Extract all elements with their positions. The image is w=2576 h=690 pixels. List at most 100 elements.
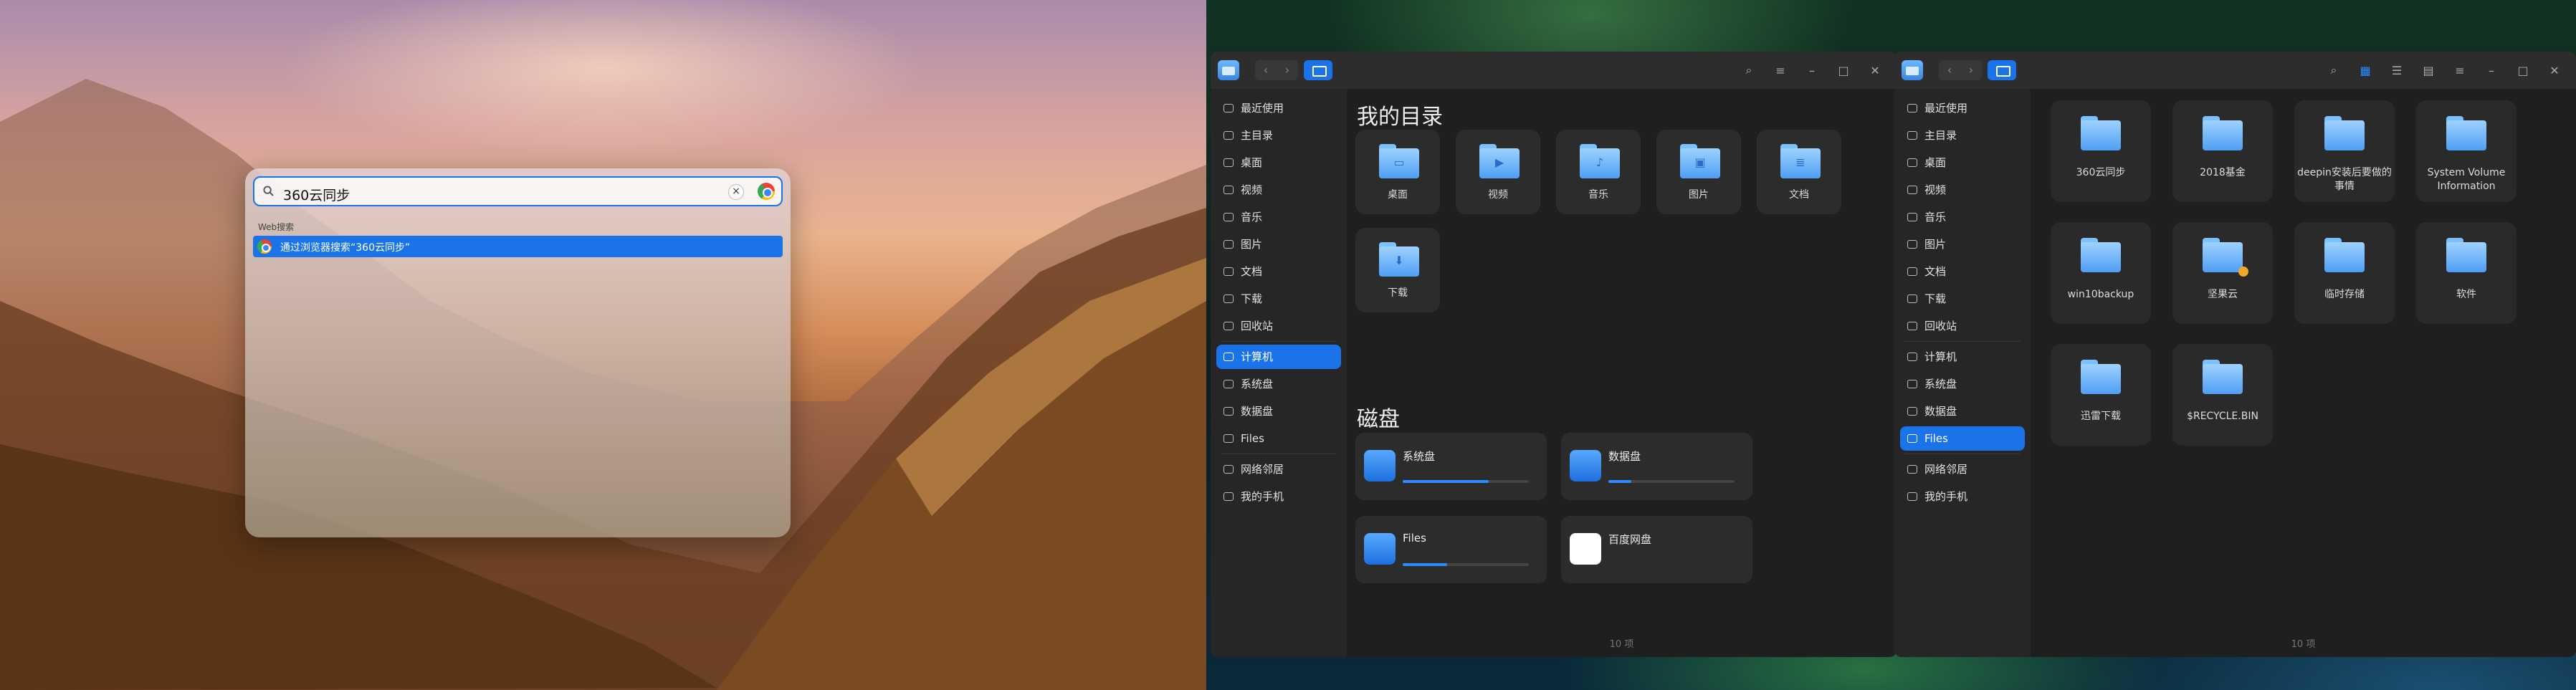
forward-icon[interactable]: › xyxy=(1277,60,1298,80)
search-input[interactable]: 360云同步 × xyxy=(253,176,783,206)
sidebar-item-data-disk[interactable]: 数据盘 xyxy=(1900,399,2025,423)
sidebar-item-downloads[interactable]: 下载 xyxy=(1900,287,2025,311)
search-icon[interactable]: ⌕ xyxy=(1735,63,1763,77)
folder-item[interactable]: $RECYCLE.BIN xyxy=(2172,344,2273,446)
forward-icon[interactable]: › xyxy=(1960,60,1982,80)
sidebar-item-label: 主目录 xyxy=(1241,129,1274,142)
sidebar-item-phone[interactable]: 我的手机 xyxy=(1216,484,1341,509)
minimize-icon[interactable]: – xyxy=(2477,64,2506,77)
sidebar-item-documents[interactable]: 文档 xyxy=(1216,259,1341,284)
sidebar-item-label: 桌面 xyxy=(1241,156,1263,169)
disk-tile-data[interactable]: 数据盘 xyxy=(1561,433,1752,500)
sidebar-item-music[interactable]: 音乐 xyxy=(1900,205,2025,229)
sidebar-item-videos[interactable]: 视频 xyxy=(1216,178,1341,202)
sidebar-item-label: 文档 xyxy=(1924,265,1947,278)
sidebar-item-trash[interactable]: 回收站 xyxy=(1216,314,1341,338)
sidebar-item-music[interactable]: 音乐 xyxy=(1216,205,1341,229)
sidebar-item-downloads[interactable]: 下载 xyxy=(1216,287,1341,311)
folder-item[interactable]: 迅雷下载 xyxy=(2051,344,2151,446)
folder-item[interactable]: 坚果云 xyxy=(2172,222,2273,324)
sidebar: 最近使用 主目录 桌面 视频 音乐 图片 文档 下载 回收站 计算机 系统盘 数… xyxy=(1211,89,1347,657)
maximize-icon[interactable]: □ xyxy=(1829,64,1858,77)
sidebar-item-system-disk[interactable]: 系统盘 xyxy=(1216,372,1341,396)
window-controls: ⌕ ≡ – □ ✕ xyxy=(1735,52,1889,89)
web-search-result-text: 通过浏览器搜索“360云同步” xyxy=(280,242,411,254)
sidebar-item-computer[interactable]: 计算机 xyxy=(1900,345,2025,369)
folder-item[interactable]: System Volume Information xyxy=(2416,100,2517,202)
folder-icon xyxy=(2081,360,2121,394)
sidebar-item-files[interactable]: Files xyxy=(1216,426,1341,451)
sidebar-item-pictures[interactable]: 图片 xyxy=(1900,232,2025,257)
home-icon xyxy=(1907,131,1917,140)
sidebar-item-desktop[interactable]: 桌面 xyxy=(1900,150,2025,175)
menu-icon[interactable]: ≡ xyxy=(1766,64,1795,77)
dir-tile-videos[interactable]: ▶ 视频 xyxy=(1456,130,1540,214)
dir-tile-music[interactable]: ♪ 音乐 xyxy=(1556,130,1641,214)
disk-tile-system[interactable]: 系统盘 xyxy=(1355,433,1547,500)
sidebar-item-system-disk[interactable]: 系统盘 xyxy=(1900,372,2025,396)
folder-icon xyxy=(2203,116,2243,150)
clear-icon[interactable]: × xyxy=(728,184,744,200)
sidebar-item-home[interactable]: 主目录 xyxy=(1900,123,2025,148)
folder-label: 2018基金 xyxy=(2200,167,2246,178)
clock-icon xyxy=(1223,104,1234,112)
folder-label: 坚果云 xyxy=(2208,289,2238,300)
sidebar-item-computer[interactable]: 计算机 xyxy=(1216,345,1341,369)
sidebar-item-network[interactable]: 网络邻居 xyxy=(1900,457,2025,481)
disk-name: 系统盘 xyxy=(1403,450,1436,463)
dir-tile-desktop[interactable]: ▭ 桌面 xyxy=(1355,130,1440,214)
folder-item[interactable]: 360云同步 xyxy=(2051,100,2151,202)
dir-tile-documents[interactable]: ≣ 文档 xyxy=(1757,130,1841,214)
menu-icon[interactable]: ≡ xyxy=(2446,64,2474,77)
sidebar-item-trash[interactable]: 回收站 xyxy=(1900,314,2025,338)
back-icon[interactable]: ‹ xyxy=(1939,60,1960,80)
status-bar: 10 项 xyxy=(2291,639,2316,650)
sidebar-item-desktop[interactable]: 桌面 xyxy=(1216,150,1341,175)
minimize-icon[interactable]: – xyxy=(1798,64,1826,77)
dir-tile-label: 下载 xyxy=(1388,287,1408,299)
dir-tile-pictures[interactable]: ▣ 图片 xyxy=(1656,130,1741,214)
close-icon[interactable]: ✕ xyxy=(2540,64,2569,77)
disk-name: Files xyxy=(1403,532,1426,545)
sidebar-item-documents[interactable]: 文档 xyxy=(1900,259,2025,284)
dir-tile-downloads[interactable]: ⬇ 下载 xyxy=(1355,228,1440,312)
folder-item[interactable]: 软件 xyxy=(2416,222,2517,324)
web-search-result[interactable]: 通过浏览器搜索“360云同步” xyxy=(253,236,783,257)
close-icon[interactable]: ✕ xyxy=(1861,64,1889,77)
folder-item[interactable]: 临时存储 xyxy=(2294,222,2395,324)
back-icon[interactable]: ‹ xyxy=(1255,60,1277,80)
chrome-icon[interactable] xyxy=(758,183,775,200)
dir-tile-label: 图片 xyxy=(1689,189,1709,201)
sidebar-item-phone[interactable]: 我的手机 xyxy=(1900,484,2025,509)
breadcrumb-files[interactable] xyxy=(1988,60,2016,80)
disk-tile-baidu-netdisk[interactable]: 百度网盘 xyxy=(1561,516,1752,583)
sidebar-item-home[interactable]: 主目录 xyxy=(1216,123,1341,148)
sidebar-item-label: 下载 xyxy=(1924,292,1947,305)
sidebar-item-network[interactable]: 网络邻居 xyxy=(1216,457,1341,481)
folder-item[interactable]: 2018基金 xyxy=(2172,100,2273,202)
sidebar-item-pictures[interactable]: 图片 xyxy=(1216,232,1341,257)
sidebar-item-label: 图片 xyxy=(1241,238,1263,251)
sidebar-item-data-disk[interactable]: 数据盘 xyxy=(1216,399,1341,423)
download-icon xyxy=(1907,294,1917,303)
sidebar-item-videos[interactable]: 视频 xyxy=(1900,178,2025,202)
search-query: 360云同步 xyxy=(283,188,350,203)
list-view-icon[interactable]: ☰ xyxy=(2382,64,2411,77)
phone-icon xyxy=(1907,492,1917,501)
icon-view-icon[interactable]: ▦ xyxy=(2351,64,2380,77)
sidebar-item-recent[interactable]: 最近使用 xyxy=(1900,96,2025,120)
trash-icon xyxy=(1907,322,1917,330)
search-icon[interactable]: ⌕ xyxy=(2319,63,2348,77)
disk-name: 百度网盘 xyxy=(1608,533,1652,546)
maximize-icon[interactable]: □ xyxy=(2509,64,2537,77)
disk-tile-files[interactable]: Files xyxy=(1355,516,1547,583)
folder-item[interactable]: deepin安装后要做的事情 xyxy=(2294,100,2395,202)
sidebar-item-recent[interactable]: 最近使用 xyxy=(1216,96,1341,120)
column-view-icon[interactable]: ▤ xyxy=(2414,64,2443,77)
breadcrumb-computer[interactable] xyxy=(1304,60,1332,80)
sidebar-item-files[interactable]: Files xyxy=(1900,426,2025,451)
folder-item[interactable]: win10backup xyxy=(2051,222,2151,324)
music-folder-icon: ♪ xyxy=(1580,144,1620,178)
music-icon xyxy=(1907,213,1917,221)
system-disk-icon xyxy=(1364,450,1396,481)
